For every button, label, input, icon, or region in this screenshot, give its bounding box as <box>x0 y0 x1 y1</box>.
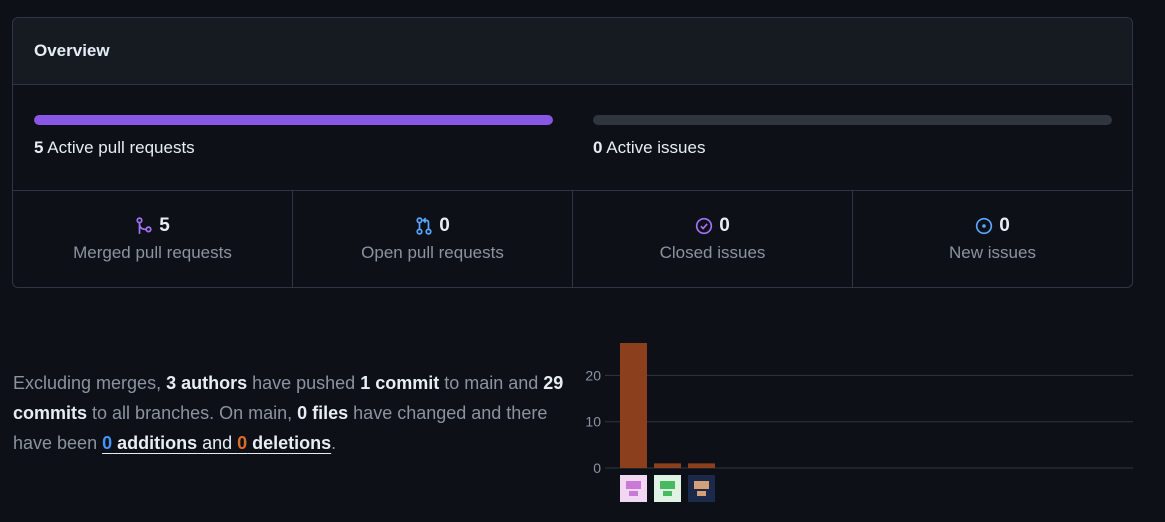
active-pull-requests-label[interactable]: 5 Active pull requests <box>34 138 553 158</box>
closed-issues-value: 0 <box>719 215 730 236</box>
issue-closed-icon <box>696 217 713 235</box>
additions-word: additions <box>112 433 198 453</box>
author-avatar-pattern <box>697 491 706 496</box>
additions-count: 0 <box>102 433 113 453</box>
activity-bars: 5 Active pull requests 0 Active issues <box>13 85 1132 191</box>
pull-requests-progress-fill <box>34 115 553 125</box>
active-issues[interactable]: 0 Active issues <box>593 115 1112 158</box>
commit-bar <box>688 463 715 468</box>
author-avatar-pattern <box>663 491 672 496</box>
active-issues-count: 0 <box>593 138 603 157</box>
commit-count-main: 1 commit <box>360 373 440 393</box>
git-merge-icon <box>136 217 152 234</box>
commit-bar <box>620 343 647 468</box>
author-avatar-pattern <box>626 481 641 489</box>
authors-count: 3 authors <box>166 373 248 393</box>
active-pull-requests-count: 5 <box>34 138 44 157</box>
git-pull-request-icon <box>416 217 432 235</box>
new-issues-value: 0 <box>999 215 1010 236</box>
open-pull-requests-stat[interactable]: 0 Open pull requests <box>293 191 573 287</box>
author-avatar-pattern <box>694 481 709 489</box>
overview-panel: Overview 5 Active pull requests 0 Active… <box>12 17 1133 288</box>
author-avatar-pattern <box>629 491 638 496</box>
files-changed: 0 files <box>297 403 349 423</box>
summary-text-7: . <box>331 433 337 453</box>
summary-text-1: Excluding merges, <box>13 373 167 393</box>
closed-issues-label: Closed issues <box>659 243 766 262</box>
overview-title: Overview <box>13 18 1132 85</box>
y-tick-label: 20 <box>585 367 601 383</box>
closed-issues-stat[interactable]: 0 Closed issues <box>573 191 853 287</box>
merged-pull-requests-stat[interactable]: 5 Merged pull requests <box>13 191 293 287</box>
new-issues-label: New issues <box>949 243 1036 262</box>
summary-text-3: to main and <box>439 373 544 393</box>
open-pull-requests-value: 0 <box>439 215 450 236</box>
commit-bar <box>654 463 681 468</box>
y-tick-label: 0 <box>593 460 601 476</box>
active-pull-requests[interactable]: 5 Active pull requests <box>34 115 553 158</box>
summary-text-4: to all branches. On main, <box>87 403 298 423</box>
deletions-count: 0 <box>237 433 248 453</box>
open-pull-requests-label: Open pull requests <box>361 243 504 262</box>
issue-opened-icon <box>976 217 993 235</box>
merged-pull-requests-label: Merged pull requests <box>73 243 232 262</box>
pull-requests-progress-track <box>34 115 553 125</box>
author-avatar-pattern <box>660 481 675 489</box>
commits-by-author-chart: 0 10 20 <box>585 343 1133 502</box>
commit-summary: Excluding merges, 3 authors have pushed … <box>13 368 578 458</box>
active-issues-text: Active issues <box>606 138 706 157</box>
new-issues-stat[interactable]: 0 New issues <box>853 191 1132 287</box>
additions-deletions-link[interactable]: 0 additions and 0 deletions <box>102 433 331 453</box>
y-tick-label: 10 <box>585 414 601 430</box>
stats-row: 5 Merged pull requests 0 Open pull reque… <box>13 191 1132 287</box>
summary-text-2: have pushed <box>247 373 361 393</box>
merged-pull-requests-value: 5 <box>159 215 170 236</box>
active-issues-label[interactable]: 0 Active issues <box>593 138 1112 158</box>
active-pull-requests-text: Active pull requests <box>47 138 195 157</box>
issues-progress-track <box>593 115 1112 125</box>
summary-text-6: and <box>197 433 238 453</box>
deletions-word: deletions <box>247 433 332 453</box>
